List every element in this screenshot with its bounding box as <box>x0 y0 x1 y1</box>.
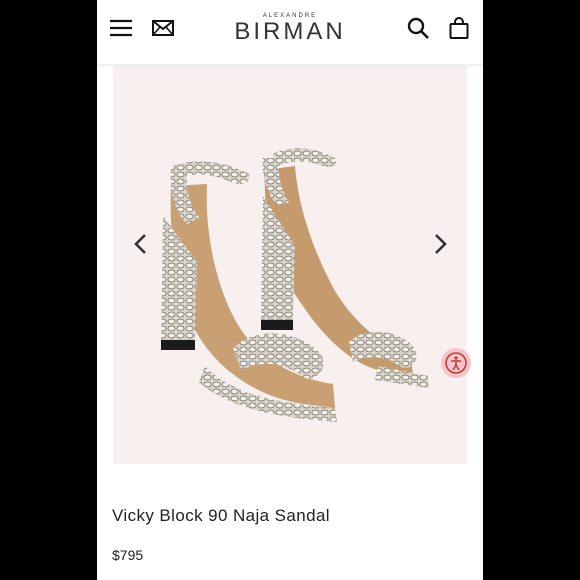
brand-logo-large: BIRMAN <box>234 18 346 45</box>
brand-logo[interactable]: ALEXANDRE BIRMAN <box>215 12 365 44</box>
site-header: ALEXANDRE BIRMAN <box>97 0 483 64</box>
phone-screen: ALEXANDRE BIRMAN Vicky Block 90 Naja San… <box>97 0 483 580</box>
snakeskin-sandal-image <box>161 148 429 422</box>
product-price: $795 <box>112 547 144 563</box>
product-image-gallery[interactable] <box>113 66 467 464</box>
product-title: Vicky Block 90 Naja Sandal <box>112 506 330 525</box>
chevron-right-icon[interactable] <box>429 232 453 256</box>
chevron-left-icon[interactable] <box>128 232 152 256</box>
search-icon[interactable] <box>404 14 432 42</box>
menu-icon[interactable] <box>107 14 135 42</box>
shopping-bag-icon[interactable] <box>445 14 473 42</box>
accessibility-icon[interactable] <box>441 348 471 378</box>
mail-icon[interactable] <box>149 14 177 42</box>
